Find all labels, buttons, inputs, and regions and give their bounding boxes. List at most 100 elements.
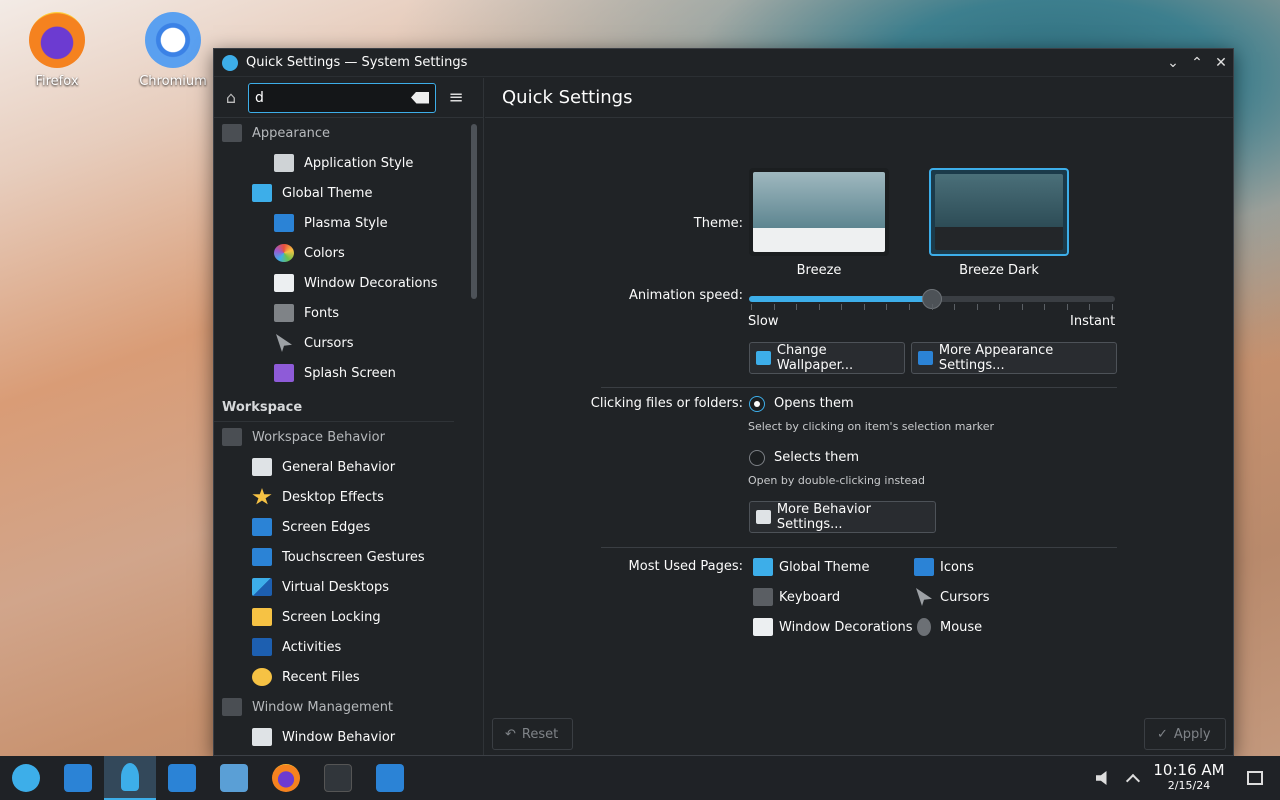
sidebar-scrollbar[interactable] [471,124,477,299]
sidebar-item-touchscreen-gestures[interactable]: Touchscreen Gestures [214,542,464,572]
taskbar-dolphin[interactable] [208,756,260,800]
taskbar-firefox[interactable] [260,756,312,800]
plasma-style-icon [274,214,294,232]
maximize-button[interactable]: ⌃ [1185,55,1209,71]
sidebar-item-label: Colors [304,245,345,261]
search-input-value: d [255,89,264,106]
sidebar-item-window-decorations[interactable]: Window Decorations [214,268,464,298]
sidebar-item-plasma-style[interactable]: Plasma Style [214,208,464,238]
sidebar-item-fonts[interactable]: Fonts [214,298,464,328]
most-used-window-decorations[interactable]: Window Decorations [753,618,913,636]
digital-clock[interactable]: 10:16 AM 2/15/24 [1148,763,1230,793]
selects-them-hint: Open by double-clicking instead [748,474,925,487]
sidebar-item-splash-screen[interactable]: Splash Screen [214,358,464,388]
animation-speed-slider[interactable] [749,289,1115,309]
slider-tick [908,304,910,310]
terminal-icon [324,764,352,792]
reset-button[interactable]: ↶ Reset [492,718,573,750]
show-desktop-button[interactable] [1230,756,1280,800]
sidebar-item-window-management[interactable]: Window Management [214,692,464,722]
clear-search-icon[interactable] [411,91,429,104]
taskbar-system-settings[interactable] [104,756,156,800]
theme-caption: Breeze Dark [959,263,1039,278]
star-icon [252,488,272,505]
opens-them-hint: Select by clicking on item's selection m… [748,420,994,433]
slider-tick [796,304,798,310]
sidebar-item-general-behavior[interactable]: General Behavior [214,452,464,482]
sidebar-item-recent-files[interactable]: Recent Files [214,662,464,692]
taskbar-konsole[interactable] [312,756,364,800]
taskbar-system-monitor[interactable] [52,756,104,800]
window-title: Quick Settings — System Settings [246,55,468,70]
cursor-icon [916,588,932,606]
most-used-label: Most Used Pages: [628,559,743,574]
sidebar: ⌂ d ≡ Appearance Application Style Globa… [214,78,484,755]
slider-tick [976,304,978,310]
taskbar-discover[interactable] [156,756,208,800]
sidebar-item-desktop-effects[interactable]: Desktop Effects [214,482,464,512]
change-wallpaper-button[interactable]: Change Wallpaper... [749,342,905,374]
slider-tick [818,304,820,310]
splash-screen-icon [274,364,294,382]
opens-them-label[interactable]: Opens them [774,396,854,411]
most-used-label-text: Keyboard [779,589,841,605]
minimize-button[interactable]: ⌄ [1161,55,1185,71]
sidebar-item-virtual-desktops[interactable]: Virtual Desktops [214,572,464,602]
more-appearance-settings-button[interactable]: More Appearance Settings... [911,342,1117,374]
opens-them-radio[interactable] [749,396,765,412]
sidebar-item-colors[interactable]: Colors [214,238,464,268]
application-launcher-button[interactable] [0,756,52,800]
taskbar-system-monitor-2[interactable] [364,756,416,800]
system-settings-app-icon [222,54,238,71]
breeze-preview [753,172,885,252]
sidebar-item-application-style[interactable]: Application Style [214,148,464,178]
window-decorations-icon [753,618,773,636]
theme-thumb-breeze[interactable] [749,168,889,256]
chromium-icon [145,12,201,68]
general-behavior-icon [252,458,272,476]
home-icon[interactable]: ⌂ [214,88,248,107]
colors-icon [274,244,294,262]
search-input[interactable]: d [248,82,436,113]
sidebar-item-workspace-behavior[interactable]: Workspace Behavior [214,422,464,452]
selects-them-radio[interactable] [749,450,765,466]
sidebar-item-appearance[interactable]: Appearance [214,118,464,148]
volume-muted-icon[interactable] [1088,756,1118,800]
slider-tick [1021,304,1023,310]
system-monitor-icon [376,764,404,792]
desktop-icon-firefox[interactable]: Firefox [12,12,102,89]
sidebar-item-screen-edges[interactable]: Screen Edges [214,512,464,542]
sidebar-list: Appearance Application Style Global Them… [214,118,464,755]
sidebar-item-global-theme[interactable]: Global Theme [214,178,464,208]
most-used-keyboard[interactable]: Keyboard [753,588,840,606]
theme-thumb-breeze-dark[interactable] [929,168,1069,256]
most-used-mouse[interactable]: Mouse [914,618,982,636]
sidebar-item-window-behavior[interactable]: Window Behavior [214,722,464,752]
most-used-icons[interactable]: Icons [914,558,974,576]
hamburger-menu-icon[interactable]: ≡ [436,87,476,108]
clock-date: 2/15/24 [1167,779,1211,792]
appearance-icon [222,124,242,142]
button-label: More Behavior Settings... [776,502,871,532]
more-behavior-settings-button[interactable]: More Behavior Settings... [749,501,936,533]
selects-them-label[interactable]: Selects them [774,450,859,465]
most-used-global-theme[interactable]: Global Theme [753,558,869,576]
sidebar-item-screen-locking[interactable]: Screen Locking [214,602,464,632]
tray-expand-icon[interactable] [1118,756,1148,800]
firefox-icon [29,12,85,68]
sidebar-item-label: Window Behavior [282,729,396,745]
chevron-up-icon [1125,773,1141,789]
activities-icon [252,638,272,656]
apply-button[interactable]: ✓ Apply [1144,718,1226,750]
breeze-dark-preview [935,174,1063,250]
sidebar-item-activities[interactable]: Activities [214,632,464,662]
application-style-icon [274,154,294,172]
title-bar[interactable]: Quick Settings — System Settings ⌄ ⌃ ✕ [214,49,1233,77]
virtual-desktops-icon [252,578,272,596]
desktop-icon-chromium[interactable]: Chromium [128,12,218,89]
close-button[interactable]: ✕ [1209,55,1233,71]
most-used-cursors[interactable]: Cursors [914,588,990,606]
window-decorations-icon [274,274,294,292]
sidebar-item-cursors[interactable]: Cursors [214,328,464,358]
fonts-icon [274,304,294,322]
